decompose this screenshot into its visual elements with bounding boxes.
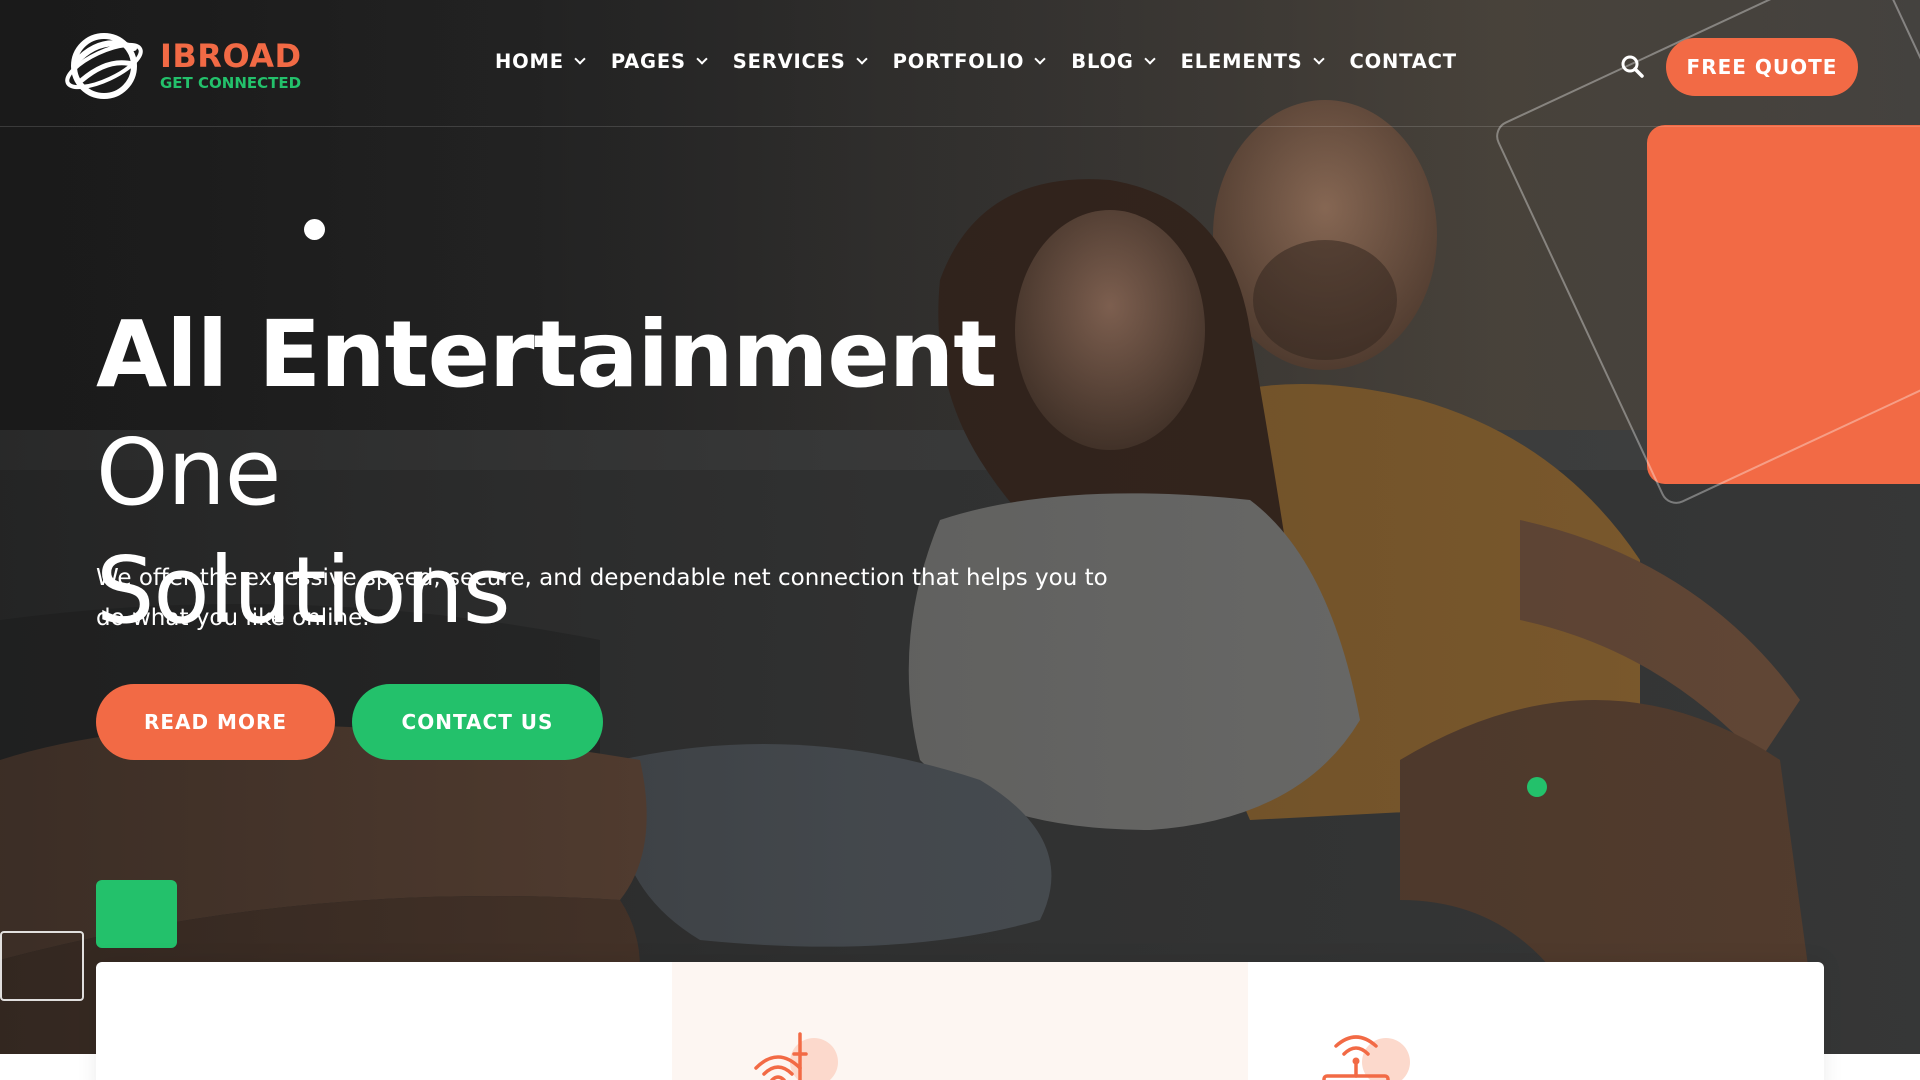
chevron-down-icon — [1312, 53, 1325, 65]
nav-item-home[interactable]: HOME — [495, 50, 586, 73]
hero-section: IBROAD GET CONNECTED HOME PAGES SERVICES… — [0, 0, 1920, 1054]
feature-card[interactable] — [96, 962, 672, 1080]
decorative-white-dot — [304, 219, 325, 240]
nav-item-label: ELEMENTS — [1180, 50, 1303, 73]
feature-card[interactable] — [1248, 962, 1824, 1080]
feature-cards — [96, 962, 1824, 1080]
site-logo[interactable]: IBROAD GET CONNECTED — [62, 28, 302, 102]
nav-item-portfolio[interactable]: PORTFOLIO — [892, 50, 1046, 73]
nav-item-services[interactable]: SERVICES — [732, 50, 868, 73]
nav-item-label: SERVICES — [732, 50, 846, 73]
chevron-down-icon — [574, 53, 586, 65]
nav-item-label: HOME — [495, 50, 564, 73]
read-more-button[interactable]: READ MORE — [96, 684, 335, 760]
nav-item-blog[interactable]: BLOG — [1071, 50, 1156, 73]
contact-us-button[interactable]: CONTACT US — [352, 684, 603, 760]
decorative-green-square — [96, 880, 177, 948]
site-header: IBROAD GET CONNECTED HOME PAGES SERVICES… — [0, 0, 1920, 127]
globe-ring-icon — [65, 33, 143, 99]
hero-title-light: One — [96, 419, 281, 526]
nav-item-contact[interactable]: CONTACT — [1350, 50, 1457, 73]
nav-item-label: PORTFOLIO — [892, 50, 1025, 73]
search-icon[interactable] — [1620, 54, 1644, 78]
router-icon — [754, 1032, 838, 1080]
logo-tagline: GET CONNECTED — [160, 74, 302, 92]
nav-item-label: CONTACT — [1349, 50, 1457, 73]
chevron-down-icon — [1144, 53, 1156, 65]
nav-item-pages[interactable]: PAGES — [610, 50, 708, 73]
chevron-down-icon — [855, 53, 868, 65]
logo-name: IBROAD — [160, 37, 302, 75]
nav-item-elements[interactable]: ELEMENTS — [1180, 50, 1325, 73]
nav-item-label: BLOG — [1071, 50, 1134, 73]
hero-title-bold: All Entertainment — [96, 301, 997, 408]
decorative-outline-box — [0, 931, 84, 1001]
free-quote-button[interactable]: FREE QUOTE — [1666, 38, 1858, 96]
chevron-down-icon — [696, 53, 708, 65]
hero-description: We offer the excessive speed, secure, an… — [96, 565, 1108, 631]
nav-item-label: PAGES — [610, 50, 686, 73]
decorative-green-dot — [1527, 777, 1547, 797]
main-nav: HOME PAGES SERVICES PORTFOLIO BLOG ELEME… — [495, 50, 1484, 73]
chevron-down-icon — [1034, 53, 1046, 65]
wifi-router-icon — [1322, 1035, 1410, 1080]
feature-card-active[interactable] — [672, 962, 1248, 1080]
